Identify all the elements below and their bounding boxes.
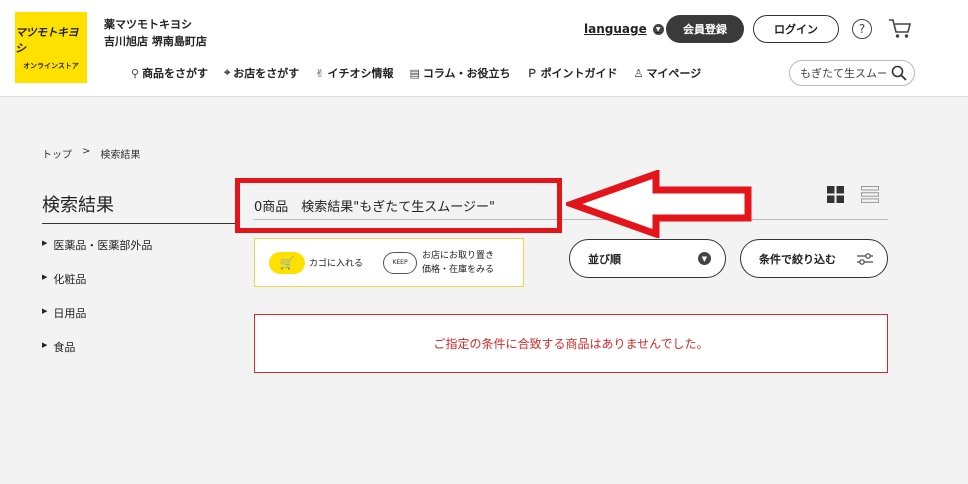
store-name: 吉川旭店 堺南島町店: [104, 35, 207, 48]
breadcrumb-home[interactable]: トップ: [42, 146, 72, 161]
nav-item-label: ポイントガイド: [540, 67, 618, 80]
search-input[interactable]: [800, 66, 886, 80]
category-label: 日用品: [53, 307, 87, 320]
store-info[interactable]: 薬マツモトキヨシ 吉川旭店 堺南島町店: [104, 16, 207, 50]
pin-icon: ⌖: [224, 66, 231, 79]
list-view-icon[interactable]: [861, 186, 879, 203]
help-icon[interactable]: ?: [852, 19, 872, 39]
site-logo[interactable]: マツモトキヨシ オンラインストア: [15, 12, 87, 83]
nav-item-3[interactable]: ▤ コラム・お役立ち: [409, 65, 510, 81]
category-item-cosmetics[interactable]: ▶ 化粧品: [42, 271, 152, 305]
filter-label: 条件で絞り込む: [759, 252, 836, 266]
cart-add-icon: 🛒: [269, 251, 305, 274]
sort-label: 並び順: [588, 252, 621, 266]
document-icon: ▤: [409, 66, 420, 80]
nav-item-1[interactable]: ⌖ お店をさがす: [224, 65, 299, 81]
login-button[interactable]: ログイン: [753, 15, 839, 43]
triangle-right-icon: ▶: [42, 341, 48, 349]
icon-legend: 🛒 カゴに入れる KEEP お店にお取り置き 価格・在庫をみる: [254, 238, 524, 287]
nav-item-label: イチオシ情報: [327, 67, 394, 80]
nav-item-4[interactable]: Ｐ ポイントガイド: [527, 65, 618, 81]
store-brand: 薬マツモトキヨシ: [104, 18, 192, 31]
category-label: 食品: [53, 341, 76, 354]
triangle-right-icon: ▶: [42, 273, 48, 281]
nav-item-0[interactable]: ⚲ 商品をさがす: [131, 65, 208, 81]
triangle-right-icon: ▶: [42, 239, 48, 247]
legend-store-line1: お店にお取り置き: [422, 250, 495, 261]
thumbs-up-icon: ✌: [315, 66, 325, 80]
language-selector[interactable]: language ▼: [584, 22, 664, 36]
cart-icon[interactable]: [888, 17, 912, 39]
no-results-message: ご指定の条件に合致する商品はありませんでした。: [254, 314, 888, 373]
category-item-daily-goods[interactable]: ▶ 日用品: [42, 305, 152, 339]
nav-item-label: マイページ: [646, 67, 702, 80]
category-item-medicine[interactable]: ▶ 医薬品・医薬部外品: [42, 237, 152, 271]
main-nav: ⚲ 商品をさがす ⌖ お店をさがす ✌ イチオシ情報 ▤ コラム・お役立ち Ｐ ポイントガイド ♙ マ…: [131, 65, 701, 81]
site-header: マツモトキヨシ オンラインストア 薬マツモトキヨシ 吉川旭店 堺南島町店 lan…: [0, 0, 968, 97]
nav-item-label: コラム・お役立ち: [422, 67, 511, 80]
sidebar-title: 検索結果: [42, 191, 238, 224]
sliders-icon: [857, 253, 873, 265]
category-label: 医薬品・医薬部外品: [53, 239, 153, 252]
highlight-box: [235, 178, 562, 233]
language-label: language: [584, 22, 647, 36]
grid-view-icon[interactable]: [827, 186, 844, 203]
register-button[interactable]: 会員登録: [666, 15, 744, 43]
triangle-right-icon: ▶: [42, 307, 48, 315]
nav-item-label: お店をさがす: [233, 67, 300, 80]
point-icon: Ｐ: [526, 67, 538, 80]
breadcrumb-current: 検索結果: [100, 150, 141, 161]
sort-dropdown[interactable]: 並び順 ▼: [569, 239, 726, 278]
breadcrumb: トップ > 検索結果: [42, 146, 140, 161]
category-list: ▶ 医薬品・医薬部外品 ▶ 化粧品 ▶ 日用品 ▶ 食品: [42, 237, 152, 373]
legend-store-line2: 価格・在庫をみる: [422, 264, 495, 275]
chevron-down-icon: ▼: [652, 23, 664, 35]
filter-button[interactable]: 条件で絞り込む: [740, 239, 888, 278]
legend-cart-label: カゴに入れる: [309, 259, 364, 269]
category-item-food[interactable]: ▶ 食品: [42, 339, 152, 373]
legend-store-label: お店にお取り置き 価格・在庫をみる: [422, 249, 494, 277]
breadcrumb-separator: >: [82, 146, 91, 157]
person-icon: ♙: [633, 66, 644, 80]
nav-item-2[interactable]: ✌ イチオシ情報: [315, 65, 393, 81]
magnifier-icon[interactable]: [891, 65, 907, 81]
store-keep-icon: KEEP: [383, 251, 418, 274]
logo-subtext: オンラインストア: [23, 62, 79, 70]
category-label: 化粧品: [53, 273, 87, 286]
chevron-down-icon: ▼: [698, 252, 711, 265]
logo-text: マツモトキヨシ: [15, 26, 79, 55]
search-box[interactable]: [789, 60, 915, 86]
search-icon: ⚲: [131, 66, 140, 80]
nav-item-label: 商品をさがす: [142, 67, 209, 80]
nav-item-5[interactable]: ♙ マイページ: [634, 65, 702, 81]
arrow-left-annotation: [566, 170, 752, 238]
